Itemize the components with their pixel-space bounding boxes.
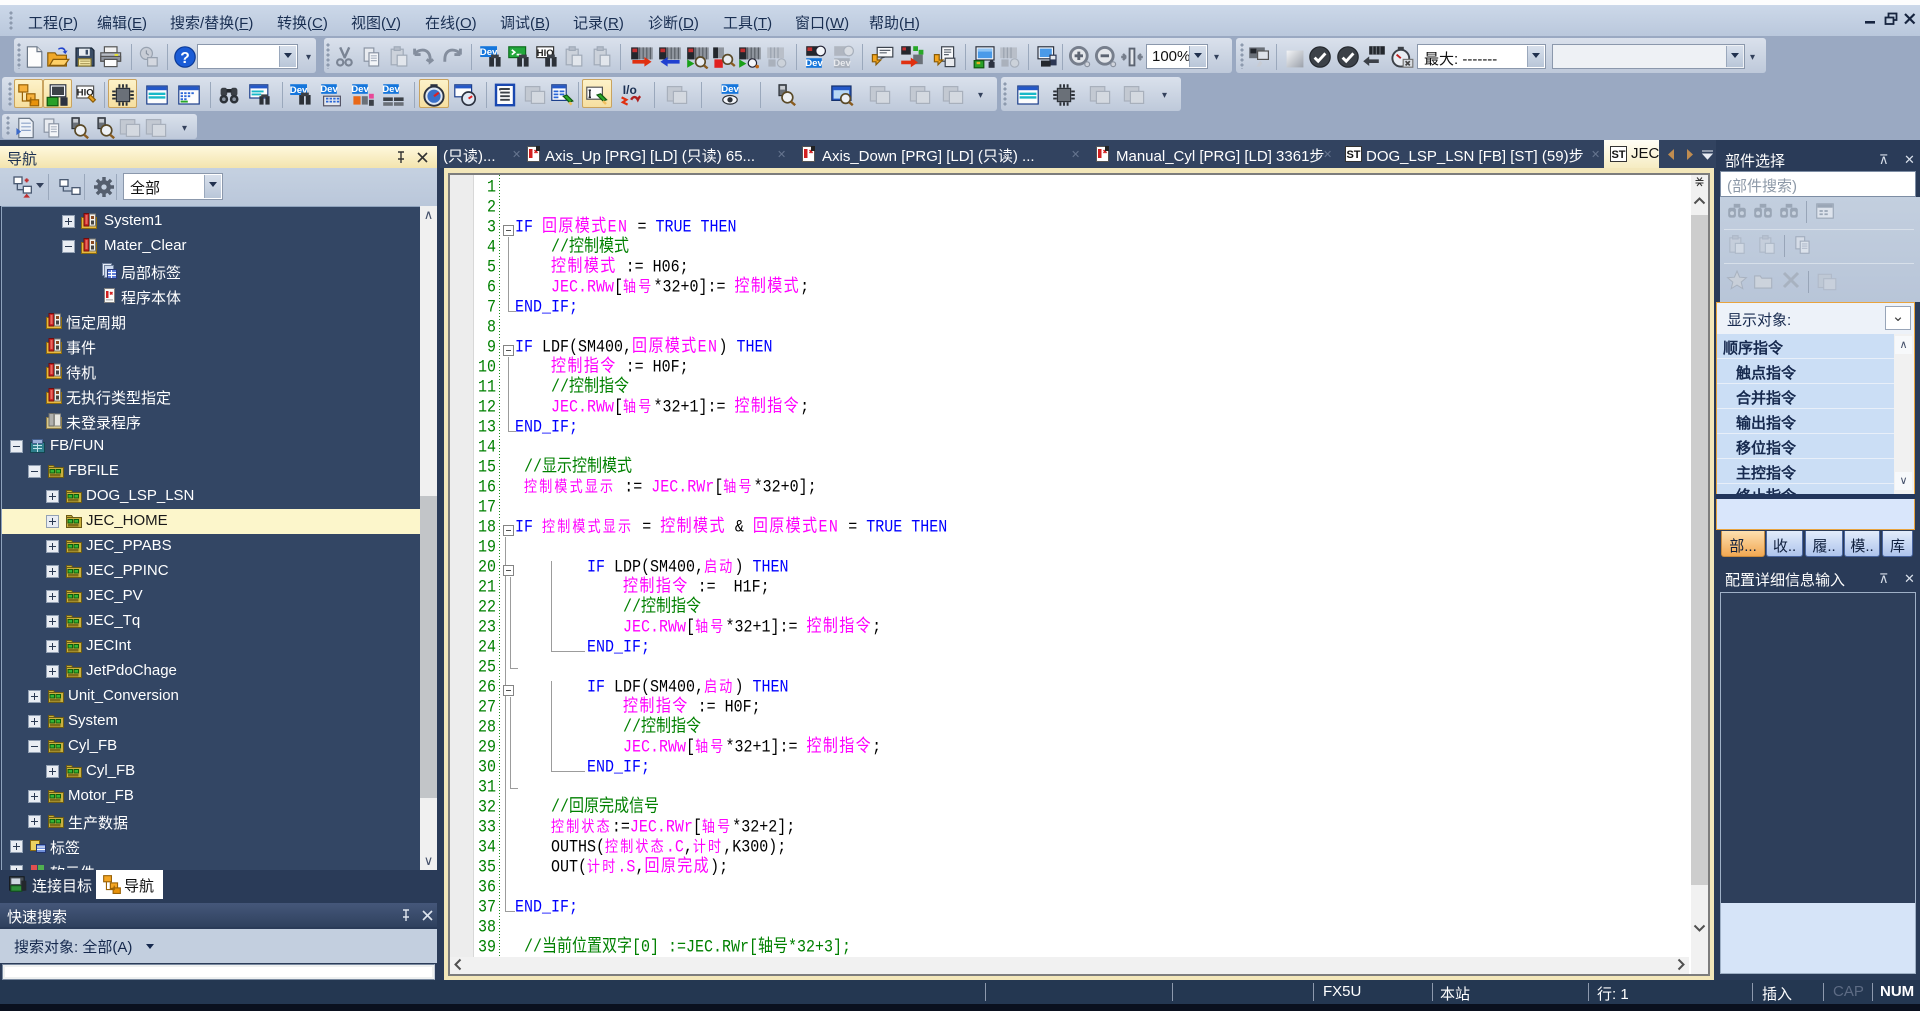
svg-text:ST: ST	[1611, 149, 1625, 161]
svg-text:ST: ST	[1346, 149, 1360, 161]
